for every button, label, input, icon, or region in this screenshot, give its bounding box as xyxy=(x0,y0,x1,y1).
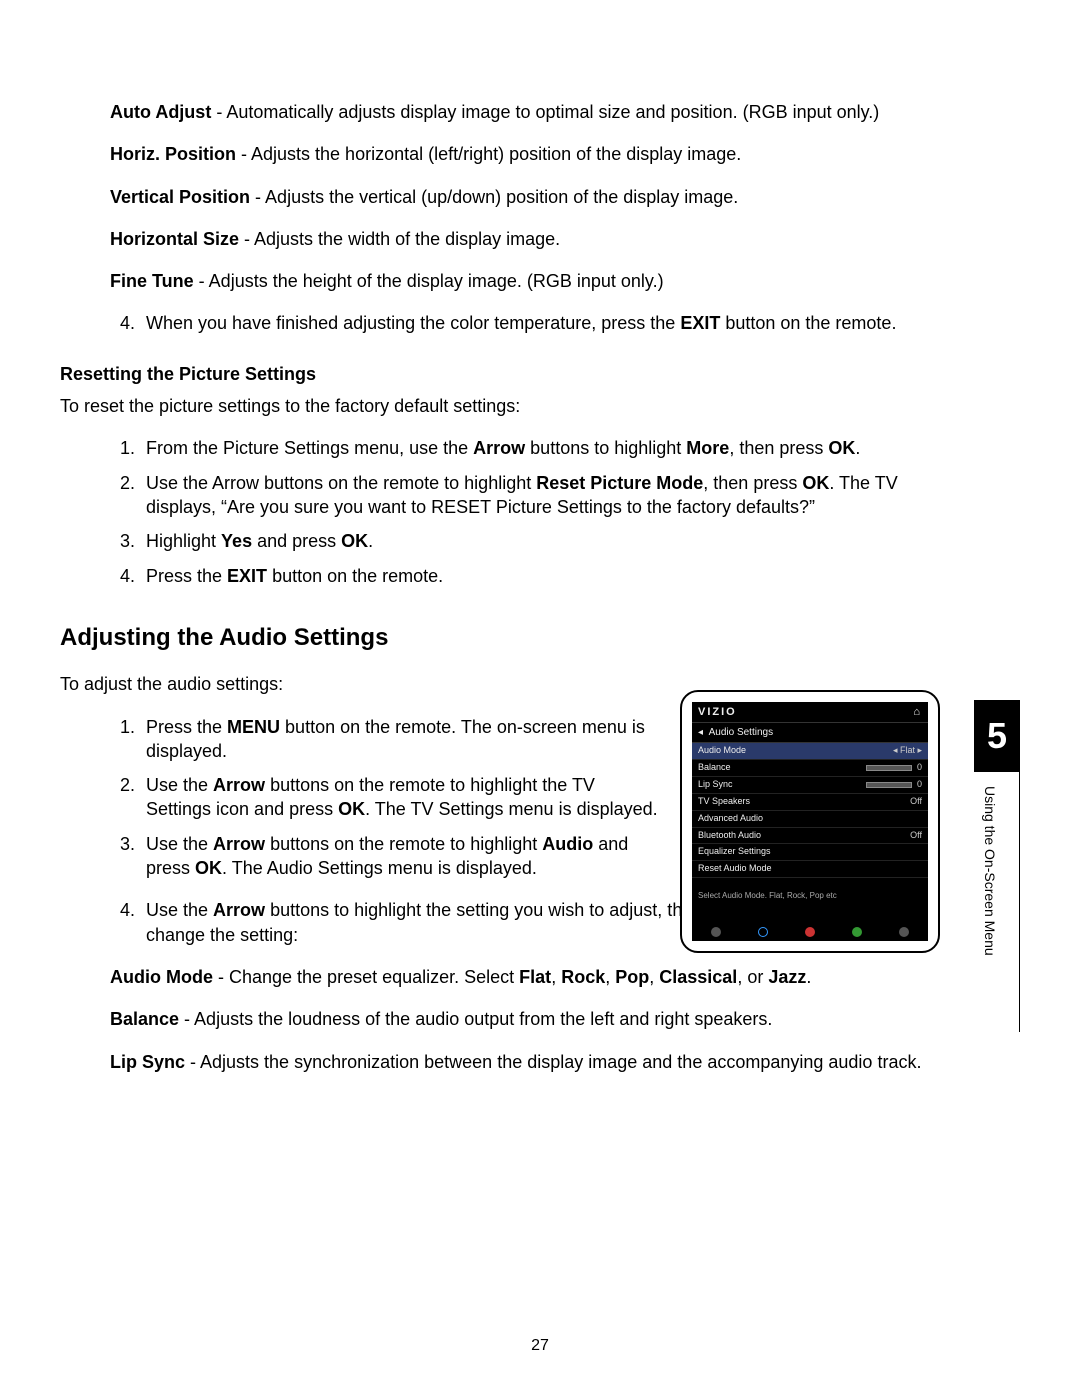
definition: Auto Adjust - Automatically adjusts disp… xyxy=(110,100,960,124)
tv-menu-row: Audio Mode ◂ Flat ▸ xyxy=(692,743,928,760)
tv-menu-row: Balance 0 xyxy=(692,760,928,777)
back-arrow-icon: ◂ xyxy=(698,727,703,738)
page-number: 27 xyxy=(0,1335,1080,1357)
close-icon xyxy=(805,927,815,937)
step: Use the Arrow buttons on the remote to h… xyxy=(140,471,960,520)
tv-menu: VIZIO ⌂ ◂ Audio Settings Audio Mode ◂ Fl… xyxy=(692,702,928,941)
step-exit: When you have finished adjusting the col… xyxy=(140,311,960,335)
chapter-number: 5 xyxy=(974,700,1020,772)
tv-menu-row: Advanced Audio xyxy=(692,811,928,828)
audio-heading: Adjusting the Audio Settings xyxy=(60,622,960,654)
slider-bar xyxy=(866,765,912,771)
dot-icon xyxy=(852,927,862,937)
home-icon: ⌂ xyxy=(913,706,922,718)
manual-page: Auto Adjust - Automatically adjusts disp… xyxy=(0,0,1080,1397)
chapter-tab: 5 Using the On-Screen Menu xyxy=(974,700,1020,1032)
steps-continued: When you have finished adjusting the col… xyxy=(140,311,960,335)
definition: Horiz. Position - Adjusts the horizontal… xyxy=(110,142,960,166)
step: Highlight Yes and press OK. xyxy=(140,529,960,553)
definition: Audio Mode - Change the preset equalizer… xyxy=(110,965,960,989)
audio-settings-screenshot: VIZIO ⌂ ◂ Audio Settings Audio Mode ◂ Fl… xyxy=(680,690,940,953)
step: Press the MENU button on the remote. The… xyxy=(140,715,660,764)
dot-icon xyxy=(758,927,768,937)
tv-menu-hint: Select Audio Mode. Flat, Rock, Pop etc xyxy=(692,878,928,921)
tv-menu-row: Bluetooth Audio Off xyxy=(692,828,928,845)
chapter-label: Using the On-Screen Menu xyxy=(974,772,1020,1032)
definition: Balance - Adjusts the loudness of the au… xyxy=(110,1007,960,1031)
dot-icon xyxy=(711,927,721,937)
definition: Vertical Position - Adjusts the vertical… xyxy=(110,185,960,209)
tv-menu-title: ◂ Audio Settings xyxy=(692,723,928,743)
definition: Horizontal Size - Adjusts the width of t… xyxy=(110,227,960,251)
tv-menu-row: TV Speakers Off xyxy=(692,794,928,811)
slider-bar xyxy=(866,782,912,788)
reset-steps: From the Picture Settings menu, use the … xyxy=(140,436,960,587)
tv-menu-row: Equalizer Settings xyxy=(692,844,928,861)
reset-intro: To reset the picture settings to the fac… xyxy=(60,394,960,418)
step: Press the EXIT button on the remote. xyxy=(140,564,960,588)
definition: Fine Tune - Adjusts the height of the di… xyxy=(110,269,960,293)
tv-menu-footer xyxy=(692,921,928,941)
step: Use the Arrow buttons on the remote to h… xyxy=(140,832,660,881)
step: Use the Arrow buttons on the remote to h… xyxy=(140,773,660,822)
tv-menu-header: VIZIO ⌂ xyxy=(692,702,928,723)
step: From the Picture Settings menu, use the … xyxy=(140,436,960,460)
dot-icon xyxy=(899,927,909,937)
tv-menu-row: Lip Sync 0 xyxy=(692,777,928,794)
brand-logo: VIZIO xyxy=(698,706,737,718)
definition: Lip Sync - Adjusts the synchronization b… xyxy=(110,1050,960,1074)
tv-menu-row: Reset Audio Mode xyxy=(692,861,928,878)
reset-heading: Resetting the Picture Settings xyxy=(60,362,960,386)
audio-steps: Press the MENU button on the remote. The… xyxy=(140,715,660,881)
